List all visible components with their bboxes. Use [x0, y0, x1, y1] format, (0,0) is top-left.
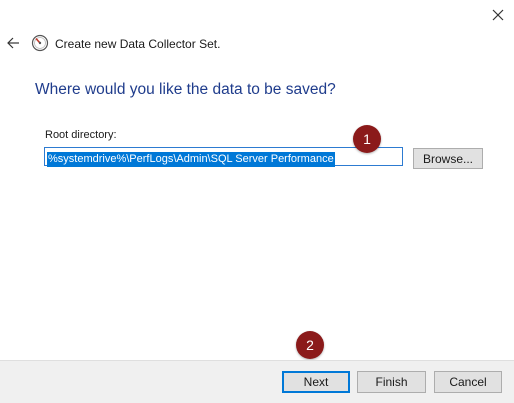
create-data-collector-set-dialog: Create new Data Collector Set. Where wou… — [0, 0, 514, 403]
root-directory-input[interactable]: %systemdrive%\PerfLogs\Admin\SQL Server … — [44, 147, 403, 167]
performance-gauge-icon — [31, 34, 49, 52]
root-directory-label: Root directory: — [45, 129, 117, 141]
back-arrow-icon — [7, 37, 19, 49]
dialog-footer: Next Finish Cancel — [0, 360, 514, 403]
page-heading: Where would you like the data to be save… — [35, 81, 336, 98]
dialog-title: Create new Data Collector Set. — [55, 37, 221, 51]
back-button[interactable] — [4, 34, 22, 52]
step-1-badge: 1 — [353, 125, 381, 153]
finish-button[interactable]: Finish — [357, 371, 426, 393]
close-icon — [492, 9, 504, 21]
browse-button[interactable]: Browse... — [413, 148, 483, 169]
next-button[interactable]: Next — [282, 371, 350, 393]
close-button[interactable] — [487, 4, 509, 26]
cancel-button[interactable]: Cancel — [434, 371, 502, 393]
root-directory-value: %systemdrive%\PerfLogs\Admin\SQL Server … — [47, 152, 335, 167]
step-2-badge: 2 — [296, 331, 324, 359]
